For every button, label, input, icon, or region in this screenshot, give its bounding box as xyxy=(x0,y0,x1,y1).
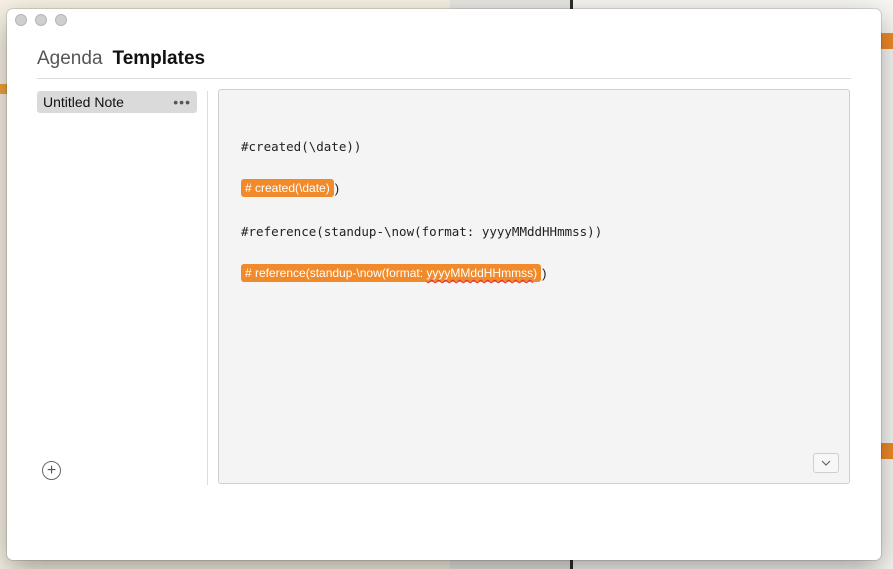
editor-token-created: # created(\date) ) xyxy=(241,179,339,197)
sidebar-divider xyxy=(207,91,208,485)
token-trailing-paren: ) xyxy=(542,265,547,281)
chevron-down-icon xyxy=(821,460,831,466)
editor-token-reference: # reference(standup-\now(format: yyyyMMd… xyxy=(241,264,546,282)
add-template-button[interactable]: + xyxy=(42,461,61,480)
tab-divider xyxy=(37,78,851,79)
more-options-icon[interactable]: ••• xyxy=(173,95,191,109)
sidebar-item-untitled-note[interactable]: Untitled Note ••• xyxy=(37,91,197,113)
template-editor[interactable]: #created(\date)) # created(\date) ) #ref… xyxy=(218,89,850,484)
templates-window: Agenda Templates Untitled Note ••• + #cr… xyxy=(7,9,881,560)
background-tag xyxy=(880,33,893,49)
editor-line-created: #created(\date)) xyxy=(241,139,362,154)
token-prefix: # reference(standup-\now(format: xyxy=(245,266,427,280)
editor-line-reference: #reference(standup-\now(format: yyyyMMdd… xyxy=(241,224,603,239)
tab-bar: Agenda Templates xyxy=(37,48,205,70)
tab-agenda[interactable]: Agenda xyxy=(37,48,103,70)
background-tag xyxy=(880,443,893,459)
token-suffix: ) xyxy=(533,266,538,280)
zoom-window-button[interactable] xyxy=(55,14,67,26)
window-controls xyxy=(15,14,67,26)
spellcheck-squiggle-text: yyyyMMddHHmmss xyxy=(426,266,534,280)
close-window-button[interactable] xyxy=(15,14,27,26)
minimize-window-button[interactable] xyxy=(35,14,47,26)
template-sidebar: Untitled Note ••• xyxy=(37,91,197,486)
expand-button[interactable] xyxy=(813,453,839,473)
token-trailing-paren: ) xyxy=(334,180,340,196)
plus-circle-icon: + xyxy=(46,461,57,479)
tag-token[interactable]: # created(\date) xyxy=(241,179,334,197)
tab-templates[interactable]: Templates xyxy=(113,48,206,70)
sidebar-item-label: Untitled Note xyxy=(43,94,124,110)
tag-token[interactable]: # reference(standup-\now(format: yyyyMMd… xyxy=(241,264,542,282)
